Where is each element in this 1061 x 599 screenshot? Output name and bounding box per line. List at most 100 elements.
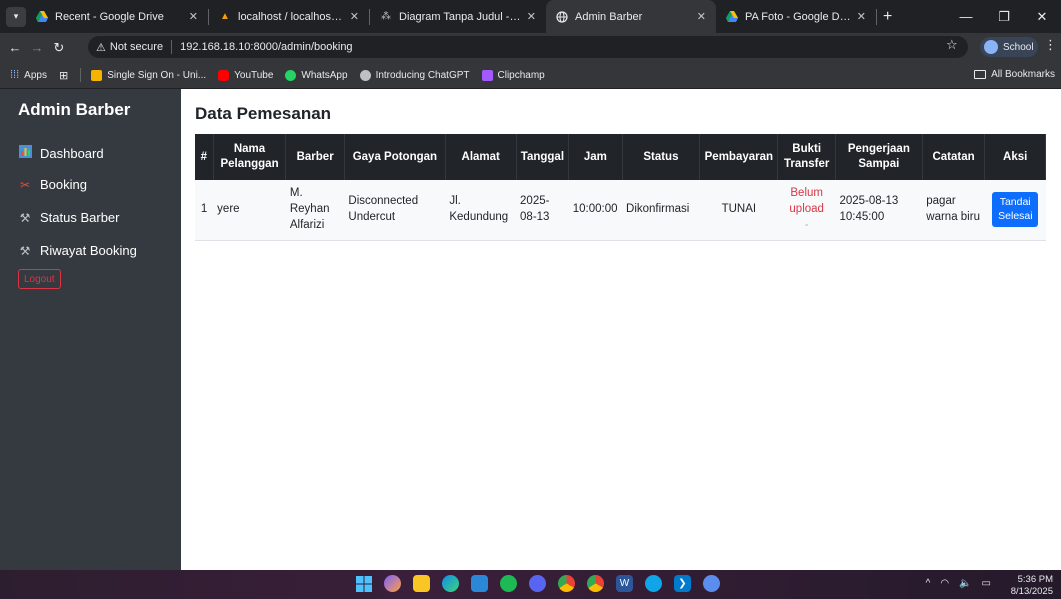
tools-icon: ⚒: [19, 243, 31, 258]
security-indicator[interactable]: ⚠ Not secure: [96, 40, 173, 54]
chrome-profile-icon[interactable]: [587, 575, 604, 592]
address-bar-row: ← → ↻ ⚠ Not secure 192.168.18.10:8000/ad…: [0, 33, 1061, 62]
system-tray: ^ ◠ 🔈 ▭: [926, 578, 991, 589]
sidebar-item-dashboard[interactable]: Dashboard: [18, 145, 104, 161]
close-tab-icon[interactable]: ✕: [189, 10, 198, 23]
folder-icon: [974, 70, 987, 79]
tab-drawio[interactable]: ⁂ Diagram Tanpa Judul - draw.io ✕: [370, 0, 546, 33]
wifi-icon[interactable]: ◠: [940, 578, 949, 589]
bookmark-sso[interactable]: Single Sign On - Uni...: [91, 69, 206, 81]
cell-jam: 10:00:00: [568, 180, 623, 241]
chatgpt-icon: [359, 69, 371, 81]
volume-icon[interactable]: 🔈: [959, 578, 971, 589]
column-header-tanggal: Tanggal: [516, 134, 570, 180]
bookmark-whatsapp[interactable]: WhatsApp: [285, 69, 348, 81]
close-tab-icon[interactable]: ✕: [527, 10, 536, 23]
bookmark-clipchamp[interactable]: Clipchamp: [481, 69, 545, 81]
discord-icon[interactable]: [529, 575, 546, 592]
tab-google-drive[interactable]: Recent - Google Drive ✕: [26, 0, 208, 33]
close-tab-icon[interactable]: ✕: [697, 10, 706, 23]
new-tab-plus-icon[interactable]: +: [883, 8, 892, 26]
tab-title: localhost / localhost / barber /: [238, 10, 344, 23]
word-icon[interactable]: W: [616, 575, 633, 592]
edge-icon[interactable]: [442, 575, 459, 592]
chevron-up-icon[interactable]: ^: [926, 578, 931, 589]
cell-bukti-transfer: Belum upload -: [777, 180, 836, 241]
avatar: [984, 40, 998, 54]
all-bookmarks-button[interactable]: All Bookmarks: [974, 69, 1055, 80]
url-text[interactable]: 192.168.18.10:8000/admin/booking: [180, 41, 352, 53]
drawio-icon: ⁂: [381, 11, 391, 22]
store-icon[interactable]: [471, 575, 488, 592]
tab-admin-barber[interactable]: Admin Barber ✕: [546, 0, 716, 33]
youtube-icon: [218, 69, 230, 81]
windows-start-icon[interactable]: [355, 575, 372, 592]
reload-icon[interactable]: ↻: [48, 40, 70, 56]
tab-title: PA Foto - Google Drive: [745, 10, 851, 23]
globe-icon: [556, 10, 568, 23]
bookmark-grid[interactable]: ⊞: [59, 69, 68, 82]
cell-no: 1: [195, 180, 214, 241]
sidebar-item-label: Status Barber: [40, 210, 120, 225]
vscode-icon[interactable]: ❯: [674, 575, 691, 592]
column-header-barber: Barber: [285, 134, 345, 180]
cell-tanggal: 2025-08-13: [516, 180, 569, 241]
scissors-icon: ✂: [19, 177, 31, 192]
close-tab-icon[interactable]: ✕: [350, 10, 359, 23]
minimize-icon[interactable]: —: [947, 9, 985, 24]
settings-app-icon[interactable]: [703, 575, 720, 592]
profile-button[interactable]: School: [980, 37, 1038, 57]
bookmark-apps[interactable]: ⁞⁞⁞ Apps: [10, 69, 47, 81]
browser-tab-bar: ▾ Recent - Google Drive ✕ ▲ localhost / …: [0, 0, 1061, 33]
booking-table: # Nama Pelanggan Barber Gaya Potongan Al…: [195, 134, 1046, 241]
sidebar-item-label: Booking: [40, 177, 87, 192]
page-title: Data Pemesanan: [195, 104, 332, 123]
column-header-pengerjaan-sampai: Pengerjaan Sampai: [835, 134, 923, 180]
cell-gaya-potongan: Disconnected Undercut: [344, 180, 446, 241]
tab-search-icon[interactable]: ▾: [6, 6, 26, 27]
file-explorer-icon[interactable]: [413, 575, 430, 592]
close-window-icon[interactable]: ✕: [1023, 9, 1061, 25]
chrome-icon[interactable]: [558, 575, 575, 592]
browser-menu-icon[interactable]: ⋮: [1044, 37, 1057, 53]
clock-date: 8/13/2025: [1010, 585, 1053, 597]
cell-pengerjaan-sampai: 2025-08-13 10:45:00: [835, 180, 923, 241]
column-header-nama-pelanggan: Nama Pelanggan: [213, 134, 287, 180]
bookmark-label: Clipchamp: [497, 69, 545, 81]
bookmark-youtube[interactable]: YouTube: [218, 69, 274, 81]
column-header-alamat: Alamat: [445, 134, 517, 180]
phpmyadmin-icon: ▲: [220, 11, 230, 22]
battery-icon[interactable]: ▭: [982, 578, 991, 589]
bookmark-chatgpt[interactable]: Introducing ChatGPT: [359, 69, 470, 81]
windows-taskbar: W ❯ ^ ◠ 🔈 ▭ 5:36 PM 8/13/2025: [0, 570, 1061, 599]
omnibox[interactable]: ⚠ Not secure 192.168.18.10:8000/admin/bo…: [88, 36, 968, 58]
bookmark-star-icon[interactable]: ☆: [946, 37, 958, 53]
bookmark-label: Apps: [24, 69, 47, 81]
taskbar-apps: W ❯: [355, 575, 720, 592]
forward-arrow-icon[interactable]: →: [26, 40, 48, 55]
column-header-gaya-potongan: Gaya Potongan: [344, 134, 446, 180]
profile-label: School: [1003, 41, 1034, 53]
tab-phpmyadmin[interactable]: ▲ localhost / localhost / barber / ✕: [209, 0, 369, 33]
cell-aksi: Tandai Selesai: [984, 180, 1046, 241]
sidebar-item-label: Riwayat Booking: [40, 243, 137, 258]
sidebar-item-status-barber[interactable]: ⚒ Status Barber: [18, 210, 120, 225]
column-header-no: #: [195, 134, 214, 180]
sidebar-item-riwayat-booking[interactable]: ⚒ Riwayat Booking: [18, 243, 137, 258]
table-row: 1 yere M. Reyhan Alfarizi Disconnected U…: [195, 180, 1046, 241]
app-icon[interactable]: [645, 575, 662, 592]
bookmark-label: WhatsApp: [301, 69, 348, 81]
tab-pa-foto[interactable]: PA Foto - Google Drive ✕: [716, 0, 876, 33]
copilot-icon[interactable]: [384, 575, 401, 592]
tandai-selesai-button[interactable]: Tandai Selesai: [992, 192, 1039, 228]
bookmark-label: YouTube: [234, 69, 274, 81]
sidebar-item-booking[interactable]: ✂ Booking: [18, 177, 87, 192]
close-tab-icon[interactable]: ✕: [857, 10, 866, 23]
bukti-status-text: Belum upload: [789, 187, 824, 215]
restore-icon[interactable]: ❐: [985, 9, 1023, 25]
spotify-icon[interactable]: [500, 575, 517, 592]
back-arrow-icon[interactable]: ←: [4, 40, 26, 55]
taskbar-clock[interactable]: 5:36 PM 8/13/2025: [1011, 574, 1053, 598]
logout-button[interactable]: Logout: [18, 269, 61, 289]
column-header-catatan: Catatan: [922, 134, 986, 180]
